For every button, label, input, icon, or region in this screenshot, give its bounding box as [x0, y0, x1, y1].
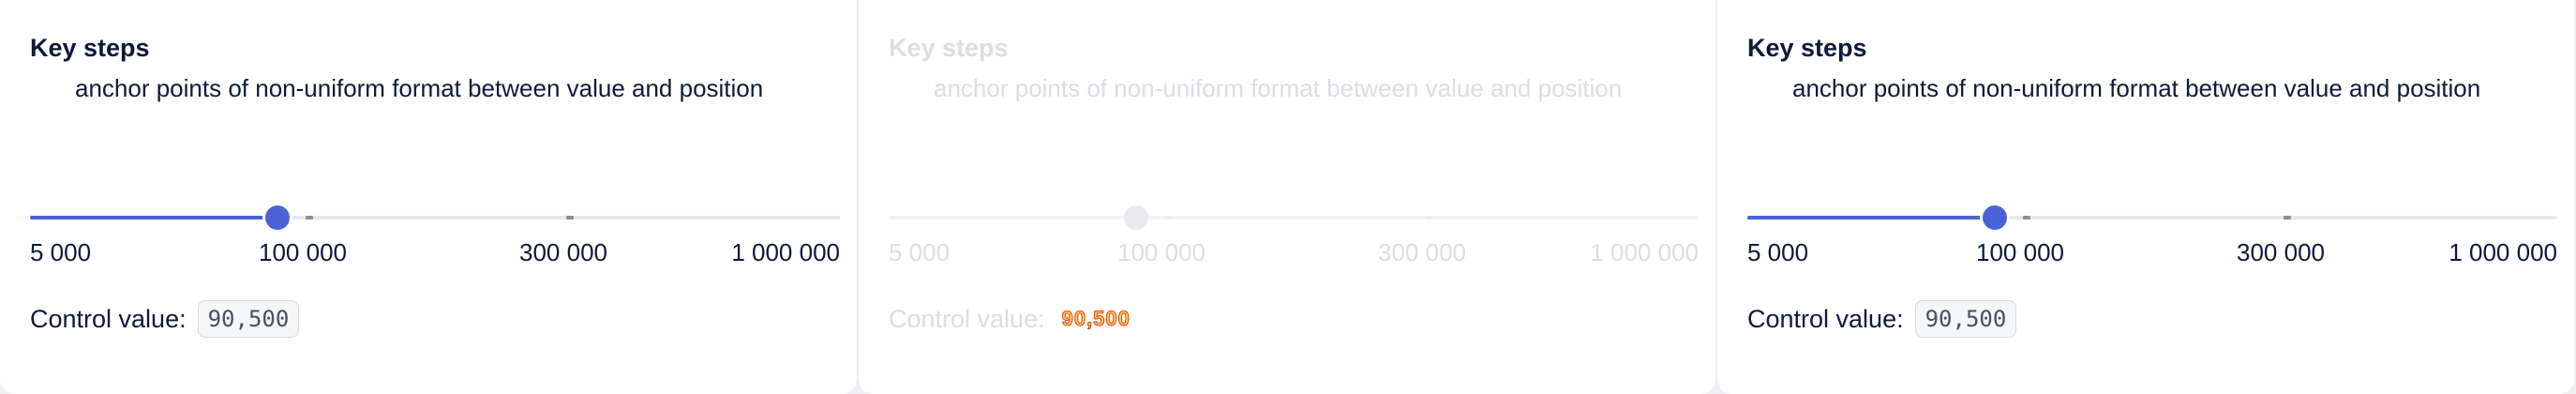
mark-label: 300 000: [519, 238, 607, 266]
slider-demo-panel: Key steps anchor points of non-uniform f…: [1717, 0, 2574, 394]
panel-description: anchor points of non-uniform format betw…: [934, 74, 1623, 102]
control-value-code: 90,500: [1061, 307, 1131, 331]
mark-label: 100 000: [1976, 238, 2064, 266]
control-value-row: Control value: 90,500: [1747, 298, 2017, 340]
control-value-code: 90,500: [197, 300, 300, 338]
slider-mark: [306, 216, 313, 220]
slider-thumb[interactable]: [1982, 205, 2007, 230]
range-slider-disabled: [889, 201, 1699, 235]
slider-thumb: [1123, 205, 1148, 230]
mark-label: 1 000 000: [1590, 238, 1699, 266]
panel-title: Key steps: [889, 34, 1009, 62]
slider-demo-panel-disabled: Key steps anchor points of non-uniform f…: [859, 0, 1715, 394]
demo-panels: Key steps anchor points of non-uniform f…: [0, 0, 2576, 394]
panel-title: Key steps: [1747, 34, 1867, 62]
mark-label: 100 000: [259, 238, 347, 266]
slider-mark-labels: 5 000 100 000 300 000 1 000 000: [30, 238, 840, 270]
slider-mark: [2284, 216, 2291, 220]
mark-label: 5 000: [889, 238, 951, 266]
mark-label: 5 000: [30, 238, 92, 266]
mark-label: 5 000: [1747, 238, 1809, 266]
slider-mark: [1164, 216, 1172, 220]
slider-mark-labels: 5 000 100 000 300 000 1 000 000: [889, 238, 1699, 270]
panel-title: Key steps: [30, 34, 150, 62]
range-slider[interactable]: [1747, 201, 2557, 235]
control-value-label: Control value:: [889, 304, 1045, 333]
mark-label: 100 000: [1117, 238, 1206, 266]
control-value-label: Control value:: [30, 304, 187, 333]
slider-mark: [1425, 216, 1432, 220]
slider-mark-labels: 5 000 100 000 300 000 1 000 000: [1747, 238, 2557, 270]
slider-mark: [566, 216, 574, 220]
slider-thumb[interactable]: [264, 205, 290, 230]
mark-label: 1 000 000: [2449, 238, 2557, 266]
control-value-row: Control value: 90,500: [889, 298, 1131, 340]
control-value-code: 90,500: [1914, 300, 2017, 338]
control-value-row: Control value: 90,500: [30, 298, 300, 340]
panel-description: anchor points of non-uniform format betw…: [75, 74, 764, 102]
slider-rail: [889, 216, 1699, 220]
slider-demo-panel: Key steps anchor points of non-uniform f…: [0, 0, 857, 394]
slider-fill: [1747, 216, 1995, 220]
mark-label: 300 000: [1378, 238, 1466, 266]
control-value-label: Control value:: [1747, 304, 1904, 333]
slider-fill: [30, 216, 277, 220]
panel-description: anchor points of non-uniform format betw…: [1792, 74, 2481, 102]
range-slider[interactable]: [30, 201, 840, 235]
mark-label: 1 000 000: [731, 238, 840, 266]
mark-label: 300 000: [2237, 238, 2325, 266]
slider-mark: [2023, 216, 2030, 220]
